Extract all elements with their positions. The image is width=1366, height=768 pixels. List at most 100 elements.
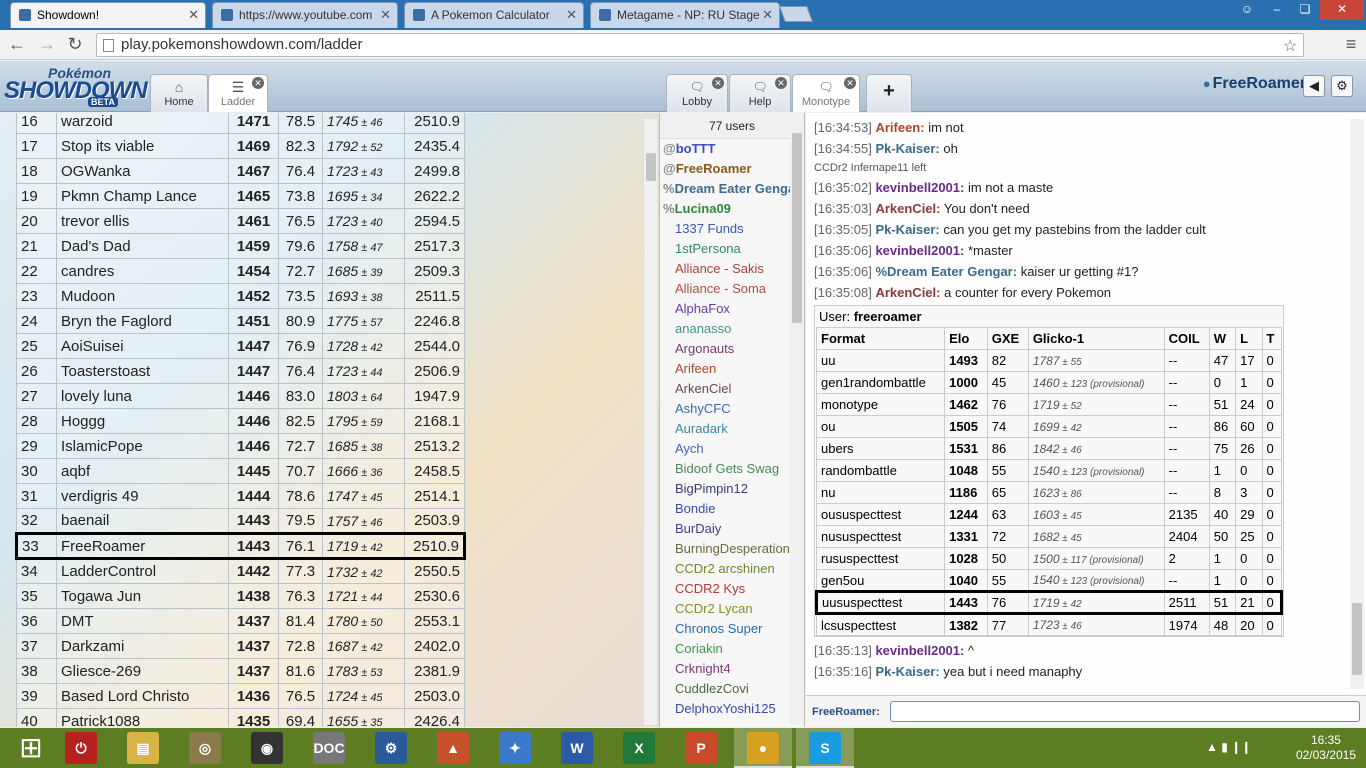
userlist-item[interactable]: CCDR2 Kys <box>660 579 804 599</box>
userlist-item[interactable]: 1337 Funds <box>660 219 804 239</box>
ladder-player-name[interactable]: AoiSuisei <box>56 333 229 359</box>
userlist-item[interactable]: Crknight4 <box>660 659 804 679</box>
taskbar-app[interactable]: ◉ <box>238 728 296 768</box>
scrollbar-thumb[interactable] <box>792 133 802 323</box>
ladder-player-name[interactable]: Stop its viable <box>56 133 229 159</box>
ladder-player-name[interactable]: DMT <box>56 608 229 634</box>
chat-scrollbar[interactable] <box>1350 119 1364 689</box>
userlist-item[interactable]: AshyCFC <box>660 399 804 419</box>
ladder-player-name[interactable]: lovely luna <box>56 383 229 409</box>
ladder-row[interactable]: 19 Pkmn Champ Lance 1465 73.8 1695 ± 34 2622.… <box>16 183 465 209</box>
ladder-row[interactable]: 20 trevor ellis 1461 76.5 1723 ± 40 2594.5 <box>16 208 465 234</box>
ladder-player-name[interactable]: LadderControl <box>56 558 229 584</box>
back-icon[interactable]: ← <box>6 34 28 56</box>
ladder-player-name[interactable]: trevor ellis <box>56 208 229 234</box>
chat-username[interactable]: ArkenCiel: <box>875 285 940 300</box>
close-tab-icon[interactable]: ✕ <box>566 3 577 27</box>
ladder-row[interactable]: 21 Dad's Dad 1459 79.6 1758 ± 47 2517.3 <box>16 233 465 259</box>
close-icon[interactable]: ✕ <box>775 77 787 89</box>
userlist-item[interactable]: BigPimpin12 <box>660 479 804 499</box>
ladder-player-name[interactable]: Hoggg <box>56 408 229 434</box>
ladder-row[interactable]: 37 Darkzami 1437 72.8 1687 ± 42 2402.0 <box>16 633 465 659</box>
ladder-row[interactable]: 26 Toasterstoast 1447 76.4 1723 ± 44 2506.9 <box>16 358 465 384</box>
browser-tab[interactable]: https://www.youtube.com ✕ <box>212 2 398 28</box>
ladder-row[interactable]: 30 aqbf 1445 70.7 1666 ± 36 2458.5 <box>16 458 465 484</box>
ladder-row[interactable]: 35 Togawa Jun 1438 76.3 1721 ± 44 2530.6 <box>16 583 465 609</box>
ladder-player-name[interactable]: Mudoon <box>56 283 229 309</box>
ladder-player-name[interactable]: baenail <box>56 508 229 534</box>
settings-button[interactable]: ⚙ <box>1331 75 1353 97</box>
taskbar-app[interactable]: X <box>610 728 668 768</box>
userlist-item[interactable]: @FreeRoamer <box>660 159 804 179</box>
tab-ladder[interactable]: ☰ Ladder ✕ <box>208 74 268 112</box>
taskbar-app[interactable]: ✦ <box>486 728 544 768</box>
ladder-row[interactable]: 34 LadderControl 1442 77.3 1732 ± 42 2550.5 <box>16 558 465 584</box>
userlist-item[interactable]: Arifeen <box>660 359 804 379</box>
userlist-item[interactable]: Aych <box>660 439 804 459</box>
clock[interactable]: 16:35 02/03/2015 <box>1296 733 1356 763</box>
userlist-item[interactable]: BurDaiy <box>660 519 804 539</box>
ladder-row[interactable]: 38 Gliesce-269 1437 81.6 1783 ± 53 2381.9 <box>16 658 465 684</box>
ladder-row[interactable]: 23 Mudoon 1452 73.5 1693 ± 38 2511.5 <box>16 283 465 309</box>
ladder-player-name[interactable]: OGWanka <box>56 158 229 184</box>
close-icon[interactable]: ✕ <box>844 77 856 89</box>
userlist-item[interactable]: ArkenCiel <box>660 379 804 399</box>
taskbar-app[interactable]: ▲ <box>424 728 482 768</box>
tab-monotype[interactable]: 🗨 Monotype ✕ <box>792 74 860 112</box>
userlist-item[interactable]: 1stPersona <box>660 239 804 259</box>
userlist-item[interactable]: DelphoxYoshi125 <box>660 699 804 719</box>
ladder-row[interactable]: 28 Hoggg 1446 82.5 1795 ± 59 2168.1 <box>16 408 465 434</box>
chat-username[interactable]: Pk-Kaiser: <box>875 141 939 156</box>
ladder-player-name[interactable]: Based Lord Christo <box>56 683 229 709</box>
taskbar-app[interactable]: ● <box>734 728 792 768</box>
close-tab-icon[interactable]: ✕ <box>762 3 773 27</box>
taskbar-app[interactable]: ▤ <box>114 728 172 768</box>
taskbar-app[interactable]: ⚙ <box>362 728 420 768</box>
userlist-item[interactable]: CCDr2 arcshinen <box>660 559 804 579</box>
ladder-row[interactable]: 24 Bryn the Faglord 1451 80.9 1775 ± 57 2246.… <box>16 308 465 334</box>
tab-home[interactable]: ⌂ Home <box>150 74 208 112</box>
ladder-row[interactable]: 39 Based Lord Christo 1436 76.5 1724 ± 45 250… <box>16 683 465 709</box>
window-minimize-button[interactable]: – <box>1262 0 1292 20</box>
userlist-scrollbar[interactable] <box>790 125 804 725</box>
userlist-item[interactable]: Auradark <box>660 419 804 439</box>
userlist-item[interactable]: CuddlezCovi <box>660 679 804 699</box>
ladder-player-name[interactable]: Dad's Dad <box>56 233 229 259</box>
ladder-row[interactable]: 40 Patrick1088 1435 69.4 1655 ± 35 2426.4 <box>16 708 465 727</box>
userlist-item[interactable]: Alliance - Soma <box>660 279 804 299</box>
ladder-player-name[interactable]: Darkzami <box>56 633 229 659</box>
chat-username[interactable]: Pk-Kaiser: <box>875 222 939 237</box>
chrome-menu-icon[interactable]: ≡ <box>1340 34 1362 56</box>
userlist-item[interactable]: AlphaFox <box>660 299 804 319</box>
ladder-row[interactable]: 18 OGWanka 1467 76.4 1723 ± 43 2499.8 <box>16 158 465 184</box>
ladder-player-name[interactable]: verdigris 49 <box>56 483 229 509</box>
scrollbar-thumb[interactable] <box>1352 603 1362 675</box>
stats-username[interactable]: freeroamer <box>854 309 922 324</box>
chat-input[interactable] <box>890 701 1360 722</box>
current-user[interactable]: ● FreeRoamer <box>1203 75 1306 93</box>
userlist-item[interactable]: %Lucina09 <box>660 199 804 219</box>
ladder-player-name[interactable]: Bryn the Faglord <box>56 308 229 334</box>
tab-lobby[interactable]: 🗨 Lobby ✕ <box>666 74 728 112</box>
ladder-player-name[interactable]: Patrick1088 <box>56 708 229 727</box>
ladder-player-name[interactable]: candres <box>56 258 229 284</box>
userlist-item[interactable]: Alliance - Sakis <box>660 259 804 279</box>
taskbar-app[interactable]: P <box>672 728 730 768</box>
ladder-player-name[interactable]: warzoid <box>56 113 229 134</box>
browser-tab[interactable]: Metagame - NP: RU Stage ✕ <box>590 2 780 28</box>
reload-icon[interactable]: ↻ <box>64 34 86 56</box>
close-tab-icon[interactable]: ✕ <box>188 3 199 27</box>
browser-tab[interactable]: Showdown! ✕ <box>10 2 206 28</box>
chat-username[interactable]: %Dream Eater Gengar: <box>875 264 1017 279</box>
userlist-item[interactable]: Bidoof Gets Swag <box>660 459 804 479</box>
userlist-item[interactable]: @boTTT <box>660 139 804 159</box>
close-icon[interactable]: ✕ <box>252 77 264 89</box>
tab-help[interactable]: 🗨 Help ✕ <box>729 74 791 112</box>
ladder-player-name[interactable]: IslamicPope <box>56 433 229 459</box>
ladder-row[interactable]: 31 verdigris 49 1444 78.6 1747 ± 45 2514.1 <box>16 483 465 509</box>
ladder-row[interactable]: 17 Stop its viable 1469 82.3 1792 ± 52 2435.4 <box>16 133 465 159</box>
userlist-item[interactable]: Argonauts <box>660 339 804 359</box>
system-tray[interactable]: ▲ ▮ ❙❙ <box>1206 740 1251 754</box>
userlist-item[interactable]: Chronos Super <box>660 619 804 639</box>
window-close-button[interactable]: ✕ <box>1320 0 1364 20</box>
